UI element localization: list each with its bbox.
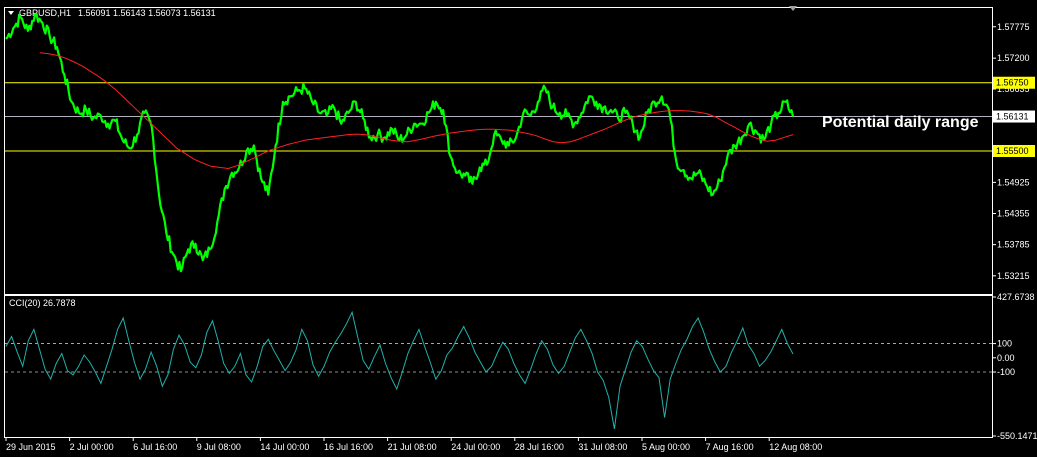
price-series (5, 12, 795, 273)
time-tick-label: 31 Jul 08:00 (578, 442, 627, 452)
cci-axis: 427.6738 100 0.00 -100 -550.1471 (992, 292, 1037, 441)
level-tag-label-current: 1.56131 (996, 112, 1029, 122)
shift-marker-icon[interactable] (789, 6, 797, 11)
cci-series (5, 310, 992, 429)
price-tick-label: 1.57200 (997, 53, 1030, 63)
cci-tick-label: -100 (997, 367, 1015, 377)
ohlc-label: 1.56091 1.56143 1.56073 1.56131 (78, 8, 216, 18)
time-axis: 29 Jun 2015 2 Jul 00:00 6 Jul 16:00 9 Jul 0… (5, 437, 822, 452)
time-tick-label: 28 Jul 16:00 (515, 442, 564, 452)
level-tag-label-lower: 1.55500 (996, 146, 1029, 156)
cci-tick-label: 427.6738 (997, 292, 1035, 302)
price-tick-label: 1.54925 (997, 177, 1030, 187)
price-tick-label: 1.53215 (997, 271, 1030, 281)
price-line (5, 12, 795, 273)
time-tick-label: 5 Aug 00:00 (642, 442, 690, 452)
symbol-label: GBPUSD,H1 (19, 8, 71, 18)
price-tick-label: 1.54355 (997, 209, 1030, 219)
price-tick-label: 1.53785 (997, 240, 1030, 250)
time-tick-label: 21 Jul 08:00 (388, 442, 437, 452)
cci-line (5, 310, 794, 429)
time-tick-label: 16 Jul 16:00 (324, 442, 373, 452)
time-tick-label: 29 Jun 2015 (6, 442, 56, 452)
cci-tick-label: -550.1471 (997, 431, 1037, 441)
time-tick-label: 24 Jul 00:00 (451, 442, 500, 452)
annotation-text: Potential daily range (822, 114, 979, 131)
cci-panel-frame (4, 295, 993, 438)
cci-tick-label: 0.00 (997, 353, 1015, 363)
cci-tick-label: 100 (997, 339, 1012, 349)
time-tick-label: 9 Jul 08:00 (197, 442, 241, 452)
time-tick-label: 7 Aug 16:00 (706, 442, 754, 452)
cci-indicator-label: CCI(20) 26.7878 (9, 298, 76, 308)
time-tick-label: 12 Aug 08:00 (769, 442, 822, 452)
time-tick-label: 14 Jul 00:00 (260, 442, 309, 452)
time-tick-label: 2 Jul 00:00 (70, 442, 114, 452)
time-tick-label: 6 Jul 16:00 (133, 442, 177, 452)
price-tick-label: 1.57775 (997, 22, 1030, 32)
symbol-menu-icon[interactable] (8, 11, 14, 15)
level-tag-label-upper: 1.56750 (996, 78, 1029, 88)
chart-canvas: GBPUSD,H1 1.56091 1.56143 1.56073 1.5613… (4, 6, 1037, 452)
